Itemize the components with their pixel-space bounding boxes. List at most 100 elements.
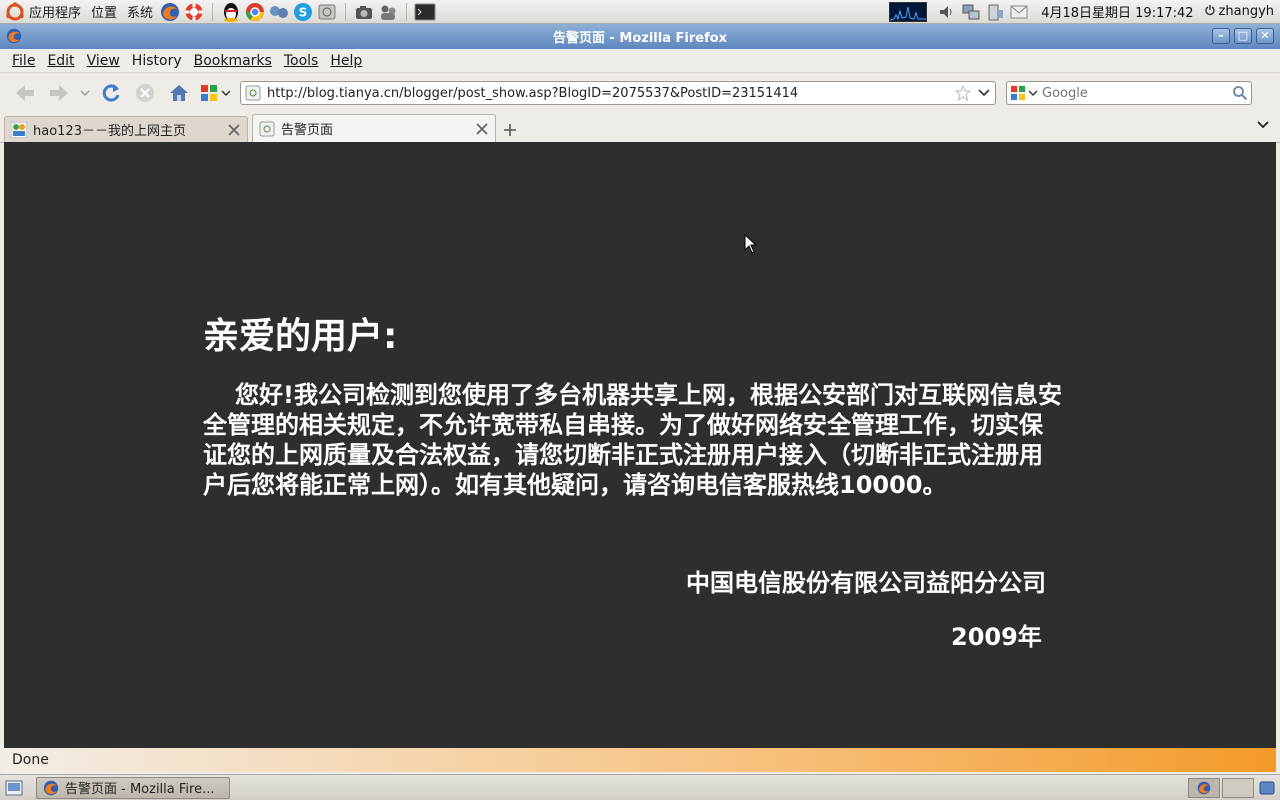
reload-button[interactable] xyxy=(94,78,128,108)
places-menu[interactable]: 位置 xyxy=(86,0,122,24)
terminal-icon[interactable] xyxy=(414,1,436,23)
home-button[interactable] xyxy=(162,78,196,108)
chevron-down-icon xyxy=(80,90,90,96)
show-desktop-icon xyxy=(5,780,23,795)
menu-help[interactable]: Help xyxy=(324,53,368,69)
tab-list-button[interactable] xyxy=(1256,119,1270,134)
power-icon xyxy=(1204,4,1216,20)
menu-view[interactable]: View xyxy=(81,53,126,69)
applications-menu-label: 应用程序 xyxy=(29,6,82,21)
workspace-1[interactable] xyxy=(1188,777,1220,798)
home-icon xyxy=(170,85,188,101)
maximize-button[interactable]: □ xyxy=(1234,28,1252,44)
chevron-down-icon xyxy=(1028,90,1038,96)
status-bar: Done xyxy=(4,748,1276,772)
tab-label: 告警页面 xyxy=(281,123,334,138)
disk-utility-icon[interactable] xyxy=(316,1,338,23)
user-switcher[interactable]: zhangyh xyxy=(1202,4,1280,20)
volume-speaker-icon[interactable] xyxy=(936,1,958,23)
google-g-icon xyxy=(1010,85,1026,101)
new-tab-button[interactable] xyxy=(500,118,520,142)
forward-arrow-icon xyxy=(50,85,68,101)
status-text: Done xyxy=(12,752,49,768)
firefox-window: 告警页面 - Mozilla Firefox – □ ✕ File Edit V… xyxy=(0,24,1280,774)
system-menu-label: 系统 xyxy=(127,6,154,21)
firefox-icon xyxy=(1197,781,1211,794)
menu-edit[interactable]: Edit xyxy=(41,53,80,69)
system-tray: 4月18日星期日 19:17:42 zhangyh xyxy=(889,1,1280,23)
firefox-launcher-icon[interactable] xyxy=(159,1,181,23)
reload-icon xyxy=(102,84,120,102)
tab-hao123[interactable]: hao123－－我的上网主页 xyxy=(4,116,248,142)
network-connection-icon[interactable] xyxy=(960,1,982,23)
pidgin-chat-icon[interactable] xyxy=(268,1,290,23)
ubuntu-logo-icon xyxy=(5,1,25,22)
taskbar-firefox-window[interactable]: 告警页面 - Mozilla Fire... xyxy=(36,776,230,799)
search-box[interactable] xyxy=(1006,81,1252,105)
navigation-toolbar: http://blog.tianya.cn/blogger/post_show.… xyxy=(0,73,1280,113)
help-lifebuoy-icon[interactable] xyxy=(183,1,205,23)
search-magnifier-icon xyxy=(1233,86,1248,101)
mail-envelope-icon[interactable] xyxy=(1008,1,1030,23)
panel-separator xyxy=(212,2,214,21)
menu-tools[interactable]: Tools xyxy=(278,53,325,69)
bottom-panel: 告警页面 - Mozilla Fire... xyxy=(0,774,1280,800)
notice-date: 2009年 xyxy=(951,623,1042,651)
stop-icon xyxy=(136,84,154,102)
user-name: zhangyh xyxy=(1218,4,1274,19)
url-bar[interactable]: http://blog.tianya.cn/blogger/post_show.… xyxy=(240,81,996,105)
notice-title: 亲爱的用户: xyxy=(203,316,398,357)
google-g-icon xyxy=(200,85,217,101)
qq-penguin-icon[interactable] xyxy=(220,1,242,23)
tab-close-icon[interactable] xyxy=(475,122,489,136)
chevron-down-icon xyxy=(221,90,230,96)
close-window-button[interactable]: ✕ xyxy=(1256,28,1274,44)
menu-bookmarks[interactable]: Bookmarks xyxy=(188,53,278,69)
battery-power-icon[interactable] xyxy=(984,1,1006,23)
menu-file[interactable]: File xyxy=(6,53,41,69)
skype-icon[interactable]: S xyxy=(292,1,314,23)
applications-menu[interactable]: 应用程序 xyxy=(0,0,86,24)
search-engine-selector[interactable] xyxy=(1010,85,1038,101)
notice-body: 您好!我公司检测到您使用了多台机器共享上网，根据公安部门对互联网信息安全管理的相… xyxy=(203,381,1062,499)
url-dropdown-chevron-icon xyxy=(978,89,990,97)
system-menu[interactable]: 系统 xyxy=(122,0,158,24)
minimize-button[interactable]: – xyxy=(1212,28,1230,44)
firefox-icon xyxy=(43,780,59,796)
panel-clock[interactable]: 4月18日星期日 19:17:42 xyxy=(1031,2,1201,21)
stop-button[interactable] xyxy=(128,78,162,108)
svg-text:S: S xyxy=(299,5,308,19)
panel-separator xyxy=(345,2,347,21)
back-arrow-icon xyxy=(16,85,34,101)
screenshot-camera-icon[interactable] xyxy=(353,1,375,23)
trash-icon[interactable] xyxy=(1256,777,1278,799)
panel-separator xyxy=(406,2,408,21)
hao123-favicon-icon xyxy=(11,121,27,138)
window-titlebar[interactable]: 告警页面 - Mozilla Firefox – □ ✕ xyxy=(0,24,1280,49)
workspace-2[interactable] xyxy=(1222,777,1254,798)
url-text[interactable]: http://blog.tianya.cn/blogger/post_show.… xyxy=(261,86,955,101)
tab-close-icon[interactable] xyxy=(227,123,241,137)
tab-alert-page[interactable]: 告警页面 xyxy=(252,114,496,142)
menu-history[interactable]: History xyxy=(126,53,188,69)
bookmark-star-icon xyxy=(955,85,971,101)
chevron-down-icon xyxy=(1257,121,1269,129)
page-content: 亲爱的用户: 您好!我公司检测到您使用了多台机器共享上网，根据公安部门对互联网信… xyxy=(4,142,1276,748)
tab-label: hao123－－我的上网主页 xyxy=(33,124,186,139)
forward-button[interactable] xyxy=(42,78,76,108)
google-toolbar-button[interactable] xyxy=(196,78,234,108)
mouse-pointer-icon xyxy=(744,233,758,258)
places-menu-label: 位置 xyxy=(91,6,118,21)
system-monitor-people-icon[interactable] xyxy=(377,1,399,23)
cpu-monitor-graph-icon[interactable] xyxy=(889,1,928,22)
history-dropdown-button[interactable] xyxy=(76,78,94,108)
back-button[interactable] xyxy=(8,78,42,108)
taskbar-label: 告警页面 - Mozilla Fire... xyxy=(65,782,215,797)
search-input[interactable] xyxy=(1038,85,1232,101)
firefox-icon xyxy=(6,28,22,44)
plus-icon xyxy=(504,124,516,136)
show-desktop-button[interactable] xyxy=(4,778,24,798)
chrome-icon[interactable] xyxy=(244,1,266,23)
top-panel: 应用程序 位置 系统 S 4月18日星期日 19:17:42 zhangyh xyxy=(0,0,1280,24)
window-title: 告警页面 - Mozilla Firefox xyxy=(552,31,728,46)
